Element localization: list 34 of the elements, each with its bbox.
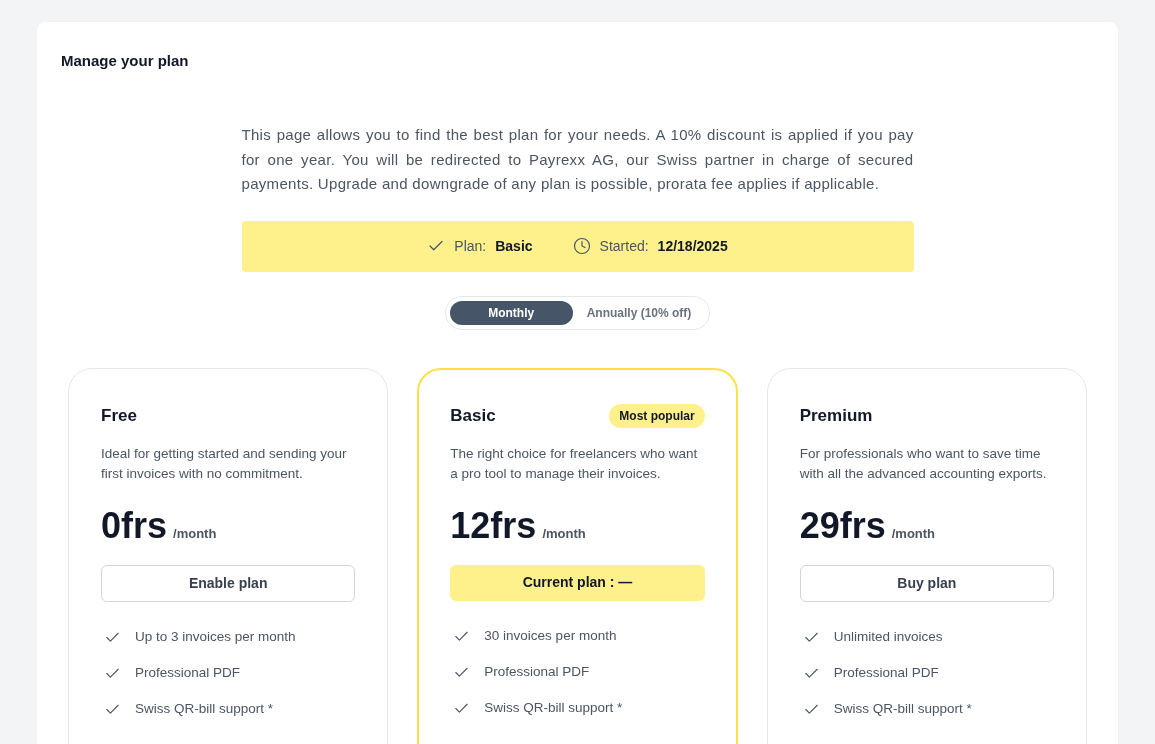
feature-text: Unlimited invoices xyxy=(833,628,943,647)
feature-text: Swiss QR-bill support * xyxy=(135,700,274,719)
plan-name: Free xyxy=(101,404,137,427)
plan-button[interactable]: Buy plan xyxy=(799,564,1054,602)
info-label: Started: xyxy=(599,236,649,256)
billing-tab[interactable]: Monthly xyxy=(449,300,573,325)
price-period: /month xyxy=(542,524,586,543)
current-plan-button[interactable]: Current plan : — xyxy=(450,564,705,601)
feature-text: Swiss QR-bill support * xyxy=(833,700,972,719)
feature-text: Professional PDF xyxy=(135,664,241,683)
plan-price: 12frs xyxy=(450,503,537,548)
plan-price: 0frs xyxy=(101,503,168,548)
feature-text: Swiss QR-bill support * xyxy=(484,699,623,718)
popular-badge: Most popular xyxy=(609,403,705,428)
plan-description: For professionals who want to save time with all the advanced accounting exports. xyxy=(799,444,1048,483)
intro-text: This page allows you to find the best plan for your needs. A 10% discount is applied if you pay for one year. You will be redirected to Payrexx AG, our Swiss partner in charge of secured payments. Upgrade and downgrade of any plan is possible, prorata fee applies if applicable. xyxy=(241,125,914,194)
feature-text: Professional PDF xyxy=(833,664,939,683)
plan-price: 29frs xyxy=(799,503,886,548)
plan-description: Ideal for getting started and sending your first invoices with no commitment. xyxy=(101,444,348,483)
clock-icon xyxy=(572,237,591,255)
feature-text: 30 invoices per month xyxy=(484,627,617,646)
price-period: /month xyxy=(891,524,936,543)
billing-tab[interactable]: Annually (10% off) xyxy=(572,300,706,325)
info-label: Plan: xyxy=(454,236,487,256)
plan-button[interactable]: Enable plan xyxy=(101,564,356,602)
page-title: Manage your plan xyxy=(61,51,189,71)
plan-name: Premium xyxy=(799,404,873,427)
price-period: /month xyxy=(173,524,217,543)
plan-description: The right choice for freelancers who want a pro tool to manage their invoices. xyxy=(450,444,699,483)
feature-text: Professional PDF xyxy=(484,663,590,682)
info-value: Basic xyxy=(495,236,533,256)
info-value: 12/18/2025 xyxy=(657,236,728,256)
plan-name: Basic xyxy=(450,404,496,427)
feature-text: Up to 3 invoices per month xyxy=(135,628,296,647)
